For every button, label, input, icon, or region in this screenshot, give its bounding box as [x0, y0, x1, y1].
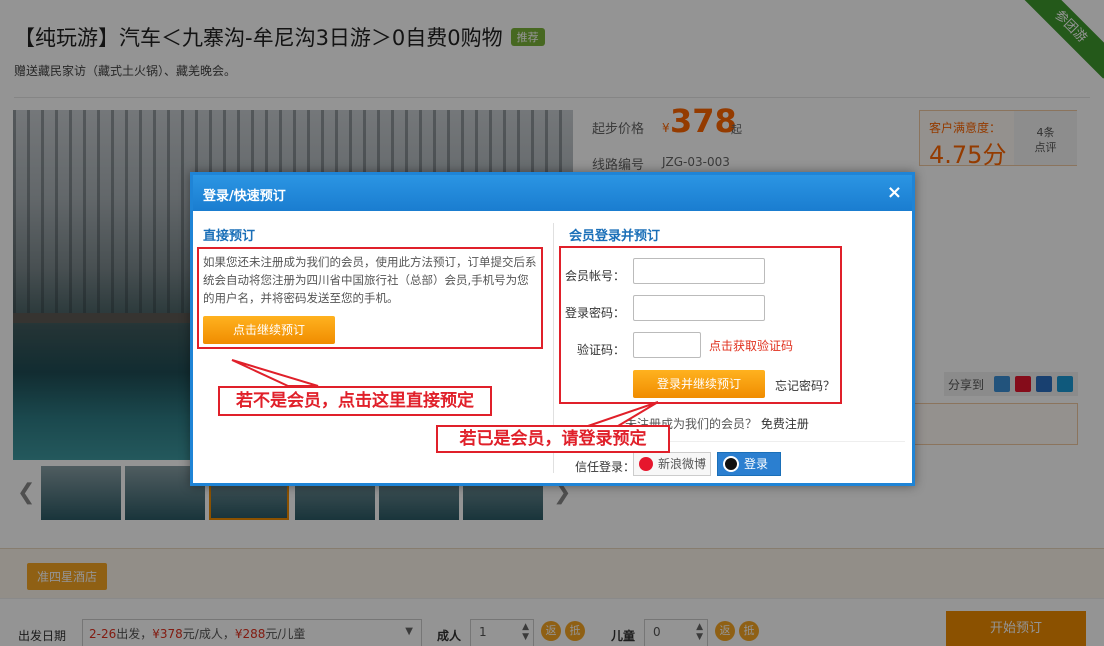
weibo-login-button[interactable]: 新浪微博	[633, 452, 711, 476]
modal-header: 登录/快速预订 ×	[193, 175, 912, 211]
free-register-link[interactable]: 免费注册	[761, 417, 809, 431]
qq-label: 登录	[744, 457, 769, 471]
qq-icon	[723, 456, 739, 472]
annotation-is-member: 若已是会员，请登录预定	[436, 425, 670, 453]
annotation-direct-box	[197, 247, 543, 349]
modal-title: 登录/快速预订	[203, 189, 286, 204]
weibo-icon	[639, 457, 653, 471]
trust-login-label: 信任登录：	[575, 460, 636, 474]
annotation-not-member: 若不是会员，点击这里直接预定	[218, 386, 492, 416]
weibo-label: 新浪微博	[658, 457, 707, 471]
close-icon[interactable]: ×	[887, 182, 902, 203]
direct-booking-heading: 直接预订	[203, 229, 256, 244]
member-login-heading: 会员登录并预订	[569, 229, 661, 244]
qq-login-button[interactable]: 登录	[717, 452, 781, 476]
annotation-login-box	[559, 246, 842, 404]
